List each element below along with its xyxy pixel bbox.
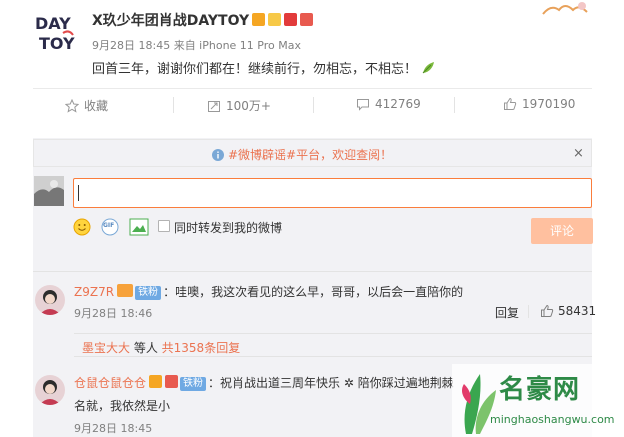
avatar-logo-line1: DAY <box>35 14 71 33</box>
comment-divider <box>33 271 592 272</box>
sub-reply-count-link[interactable]: 共1358条回复 <box>162 341 241 355</box>
comment-time: 9月28日 18:45 <box>74 422 153 435</box>
sparkle-emoji-icon: ✲ <box>340 376 358 390</box>
notice-content: #微博辟谣#平台，欢迎查阅！ <box>212 146 392 163</box>
repost-icon <box>208 100 220 112</box>
post-text: 回首三年，谢谢你们都在！继续前行，勿相忘，不相忘！ <box>92 58 435 77</box>
author-avatar[interactable]: DAY TOY <box>33 11 79 55</box>
commenter-name[interactable]: 仓鼠仓鼠仓仓 <box>74 376 146 390</box>
author-name[interactable]: X玖少年团肖战DAYTOY <box>92 10 314 30</box>
comment-like-count: 58431 <box>558 304 597 318</box>
action-divider <box>454 97 455 113</box>
comment-text: ：祝肖战出道三周年快乐 <box>208 376 341 390</box>
star-icon <box>65 98 79 113</box>
repost-checkbox-label[interactable]: 同时转发到我的微博 <box>174 219 282 236</box>
commenter-avatar[interactable] <box>35 285 65 315</box>
favorite-label: 收藏 <box>84 99 109 113</box>
comment-icon <box>357 99 369 111</box>
sub-reply-user[interactable]: 墨宝大大 <box>82 341 130 355</box>
current-user-avatar[interactable] <box>34 176 64 206</box>
fan-tag: 铁粉 <box>180 377 207 391</box>
like-count: 1970190 <box>522 97 576 111</box>
decor-illustration-icon <box>542 2 588 15</box>
comment-count: 412769 <box>375 97 421 111</box>
fan-tag: 铁粉 <box>135 286 162 300</box>
sub-replies-summary[interactable]: 墨宝大大 等人 共1358条回复 <box>74 333 592 357</box>
comment-body: 仓鼠仓鼠仓仓 铁粉 ：祝肖战出道三周年快乐 ✲ 陪你踩过遍地荆棘 <box>74 374 454 391</box>
commenter-avatar[interactable] <box>35 375 65 405</box>
avatar-logo-line2: TOY <box>39 34 75 53</box>
leaf-emoji-icon <box>422 62 435 74</box>
submit-comment-button[interactable]: 评论 <box>531 218 593 244</box>
comment-text: ：哇噢，我这次看见的这么早，哥哥，以后会一直陪你的 <box>163 285 464 299</box>
action-divider <box>173 97 174 113</box>
comment-button[interactable]: 412769 <box>356 97 421 111</box>
repost-checkbox[interactable] <box>158 220 170 232</box>
action-divider <box>313 97 314 113</box>
thumbs-up-icon <box>541 304 554 317</box>
vip-badge-icon <box>117 284 134 297</box>
gif-label: GIF <box>103 222 115 229</box>
repost-button[interactable]: 100万+ <box>207 97 271 114</box>
favorite-button[interactable]: 收藏 <box>65 97 108 114</box>
thumbs-up-icon <box>504 97 517 110</box>
comment-body: Z9Z7R 铁粉 ：哇噢，我这次看见的这么早，哥哥，以后会一直陪你的 <box>74 283 463 300</box>
post-text-content: 回首三年，谢谢你们都在！继续前行，勿相忘，不相忘！ <box>92 62 418 77</box>
red-badge-icon <box>300 13 314 26</box>
post-meta: 9月28日 18:45 来自 iPhone 11 Pro Max <box>92 39 301 52</box>
comment-time: 9月28日 18:46 <box>74 307 153 320</box>
author-name-text[interactable]: X玖少年团肖战DAYTOY <box>92 13 249 29</box>
flag-icon <box>284 13 298 26</box>
emoji-icon[interactable] <box>73 218 91 236</box>
comment-like-button[interactable]: 58431 <box>540 304 596 318</box>
watermark-url: minghaoshangwu.com <box>490 413 615 426</box>
verified-badge-icon <box>252 13 266 26</box>
sub-reply-mid: 等人 <box>130 341 162 355</box>
verified-badge-icon <box>149 375 163 388</box>
info-icon <box>212 148 224 161</box>
like-button[interactable]: 1970190 <box>503 97 575 111</box>
text-cursor <box>78 185 79 201</box>
rank-badge-icon <box>165 375 179 388</box>
gif-icon[interactable]: GIF <box>101 218 119 236</box>
notice-close-icon[interactable]: × <box>573 146 584 161</box>
image-upload-icon[interactable] <box>129 218 149 236</box>
action-divider <box>528 305 529 318</box>
post-action-bar: 收藏 100万+ 412769 1970190 <box>33 88 592 120</box>
reply-button[interactable]: 回复 <box>495 304 519 321</box>
watermark-name: 名豪网 <box>499 375 581 405</box>
comment-text-cont: 陪你踩过遍地荆棘 <box>357 376 454 390</box>
repost-count: 100万+ <box>226 99 271 113</box>
commenter-name[interactable]: Z9Z7R <box>74 285 114 299</box>
notice-link[interactable]: #微博辟谣#平台，欢迎查阅！ <box>228 146 392 163</box>
comment-text-line2: 名就，我依然是小 <box>74 399 171 413</box>
member-crown-icon <box>268 13 282 26</box>
comment-input[interactable] <box>73 178 592 208</box>
